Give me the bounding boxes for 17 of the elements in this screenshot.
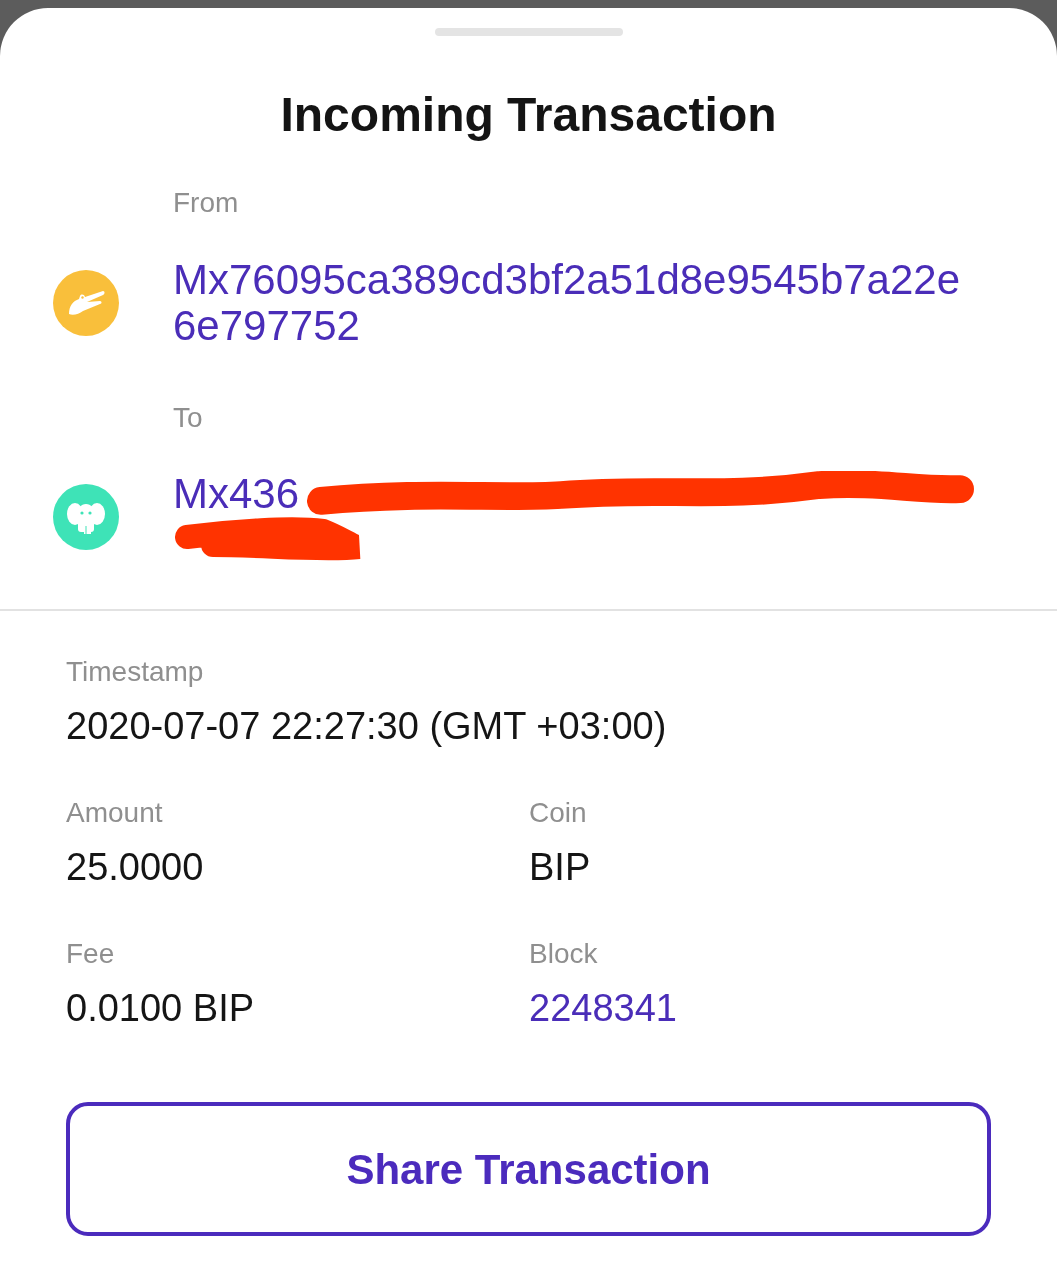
block-number-link[interactable]: 2248341 (529, 985, 1057, 1031)
field-label: Fee (66, 937, 116, 971)
field-label: Timestamp (66, 655, 205, 689)
field-label: Amount (66, 796, 164, 830)
field-label: Coin (529, 796, 588, 830)
field-value: 2020-07-07 22:27:30 (GMT +03:00) (66, 704, 668, 749)
drag-handle[interactable] (434, 28, 623, 36)
wallet-address[interactable]: Mx436 (173, 471, 300, 517)
field-label: Block (529, 937, 599, 971)
field-label: From (173, 186, 240, 220)
sheet-title: Incoming Transaction (280, 87, 777, 143)
wallet-address[interactable]: Mx76095ca389cd3bf2a51d8e9545b7a22e6e797752 (173, 257, 978, 349)
share-transaction-button[interactable]: Share Transaction (66, 1102, 991, 1236)
field-value: 25.0000 (66, 845, 205, 890)
field-label: To (173, 401, 204, 435)
field-value: BIP (529, 845, 592, 890)
field-value: 0.0100 BIP (66, 986, 256, 1031)
